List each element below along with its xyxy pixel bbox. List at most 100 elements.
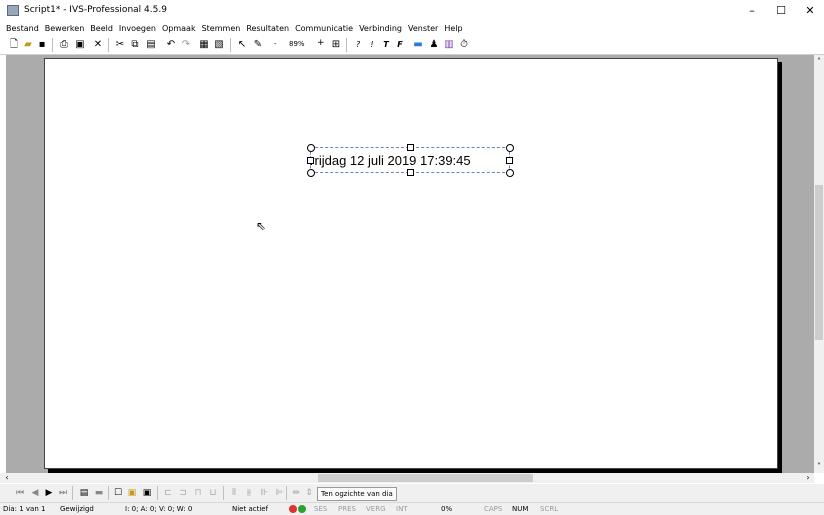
last-slide-icon[interactable]: ⏭ <box>57 487 69 499</box>
relative-to-slide-button[interactable]: Ten ogzichte van dia <box>317 487 397 501</box>
distribute-2-icon[interactable]: ⫵ <box>243 487 255 499</box>
horizontal-scrollbar[interactable]: ‹ › <box>0 473 814 483</box>
status-mode: Niet actief <box>232 505 269 513</box>
menu-communicatie[interactable]: Communicatie <box>292 22 356 36</box>
text-f-button[interactable]: F <box>394 38 406 51</box>
minimize-button[interactable]: – <box>737 2 767 20</box>
fit-icon[interactable]: ⊞ <box>330 38 342 51</box>
title-bar: Script1* - IVS-Professional 4.5.9 – ☐ ✕ <box>0 0 824 22</box>
menu-bar: Bestand Bewerken Beeld Invoegen Opmaak Stemme… <box>0 22 824 36</box>
new-file-icon[interactable]: 🗋 <box>8 38 20 51</box>
menu-stemmen[interactable]: Stemmen <box>199 22 244 36</box>
toolbar-separator <box>223 486 224 500</box>
resize-handle[interactable] <box>307 144 315 152</box>
text-exclamation-button[interactable]: ! <box>366 38 378 51</box>
resize-handle[interactable] <box>307 169 315 177</box>
properties-icon[interactable]: ▣ <box>74 38 86 51</box>
resize-handle[interactable] <box>506 157 513 164</box>
scroll-right-icon[interactable]: › <box>803 473 813 483</box>
undo-icon[interactable]: ↶ <box>165 38 177 51</box>
resize-handle[interactable] <box>307 157 314 164</box>
picture-icon[interactable]: ▬ <box>412 38 424 51</box>
vertical-scroll-thumb[interactable] <box>815 185 823 340</box>
status-num: NUM <box>512 505 529 513</box>
zoom-out-button[interactable]: - <box>274 40 277 48</box>
selected-text-object[interactable]: vrijdag 12 juli 2019 17:39:45 <box>307 144 514 177</box>
pointer-icon[interactable]: ↖ <box>236 38 248 51</box>
menu-bestand[interactable]: Bestand <box>0 22 42 36</box>
text-question-button[interactable]: ? <box>352 38 364 51</box>
resize-handle[interactable] <box>506 169 514 177</box>
menu-invoegen[interactable]: Invoegen <box>116 22 159 36</box>
distribute-4-icon[interactable]: ⊫ <box>273 487 285 499</box>
menu-venster[interactable]: Venster <box>405 22 441 36</box>
slide-navigation-bar: ⏮ ◀ ▶ ⏭ ▤ ▬ ☐ ▣ ▣ ⊏ ⊐ ⊓ ⊔ ⫴ ⫵ ⊪ ⊫ ⇹ ⇕ Te… <box>0 484 824 502</box>
toolbar-separator <box>72 486 73 500</box>
open-folder-icon[interactable]: ▰ <box>22 38 34 51</box>
layout-2-icon[interactable]: ▣ <box>126 487 138 499</box>
status-counters: I: 0; A: 0; V: 0; W: 0 <box>125 505 193 513</box>
maximize-button[interactable]: ☐ <box>766 2 796 20</box>
pen-icon[interactable]: ✎ <box>252 38 264 51</box>
align-3-icon[interactable]: ⊓ <box>192 487 204 499</box>
horizontal-scroll-thumb[interactable] <box>318 474 533 482</box>
menu-opmaak[interactable]: Opmaak <box>159 22 199 36</box>
window-title: Script1* - IVS-Professional 4.5.9 <box>24 5 167 15</box>
first-slide-icon[interactable]: ⏮ <box>14 487 26 499</box>
slide-view-icon[interactable]: ▤ <box>78 487 90 499</box>
toolbar-separator <box>346 38 347 52</box>
spacing-h-icon[interactable]: ⇹ <box>290 487 302 499</box>
layout-3-icon[interactable]: ▣ <box>141 487 153 499</box>
toolbar-separator <box>108 486 109 500</box>
resize-handle[interactable] <box>407 169 414 176</box>
spacing-v-icon[interactable]: ⇕ <box>303 487 315 499</box>
timer-icon[interactable]: ⏱ <box>458 38 470 51</box>
status-percent: 0% <box>441 505 453 513</box>
slide-canvas[interactable]: vrijdag 12 juli 2019 17:39:45 ⇖ <box>44 58 778 469</box>
toolbar-separator <box>52 38 53 52</box>
cut-icon[interactable]: ✂ <box>114 38 126 51</box>
menu-resultaten[interactable]: Resultaten <box>243 22 292 36</box>
status-verg: VERG <box>366 505 386 513</box>
redo-icon[interactable]: ↷ <box>180 38 192 51</box>
workspace: vrijdag 12 juli 2019 17:39:45 ⇖ <box>6 55 814 473</box>
previous-slide-icon[interactable]: ◀ <box>29 487 41 499</box>
toolbar-separator <box>108 38 109 52</box>
resize-handle[interactable] <box>407 144 414 151</box>
status-pres: PRES <box>338 505 356 513</box>
distribute-3-icon[interactable]: ⊪ <box>258 487 270 499</box>
align-2-icon[interactable]: ⊐ <box>177 487 189 499</box>
toolbar-separator <box>230 38 231 52</box>
distribute-1-icon[interactable]: ⫴ <box>228 487 240 499</box>
slide-date-text[interactable]: vrijdag 12 juli 2019 17:39:45 <box>308 153 471 168</box>
menu-beeld[interactable]: Beeld <box>87 22 116 36</box>
menu-bewerken[interactable]: Bewerken <box>42 22 88 36</box>
menu-verbinding[interactable]: Verbinding <box>356 22 405 36</box>
scroll-down-icon[interactable]: ˅ <box>814 462 824 472</box>
slide-add-icon[interactable]: ▦ <box>198 38 210 51</box>
zoom-in-button[interactable]: + <box>317 38 325 48</box>
notes-view-icon[interactable]: ▬ <box>93 487 105 499</box>
chart-icon[interactable]: ▥ <box>443 38 455 51</box>
close-button[interactable]: ✕ <box>795 2 824 20</box>
vertical-scrollbar[interactable]: ˄ ˅ <box>814 55 824 473</box>
slide-copy-icon[interactable]: ▧ <box>213 38 225 51</box>
scroll-up-icon[interactable]: ˄ <box>814 57 824 67</box>
layout-1-icon[interactable]: ☐ <box>112 487 124 499</box>
save-icon[interactable]: ▪ <box>36 38 48 51</box>
status-int: INT <box>396 505 408 513</box>
next-slide-icon[interactable]: ▶ <box>43 487 55 499</box>
copy-icon[interactable]: ⧉ <box>129 38 141 51</box>
menu-help[interactable]: Help <box>441 22 465 36</box>
paste-icon[interactable]: ▤ <box>145 38 157 51</box>
people-icon[interactable]: ♟ <box>428 38 440 51</box>
scroll-left-icon[interactable]: ‹ <box>2 473 12 483</box>
app-icon <box>7 5 19 16</box>
align-4-icon[interactable]: ⊔ <box>207 487 219 499</box>
status-slide-indicator: Dia: 1 van 1 <box>3 505 46 513</box>
resize-handle[interactable] <box>506 144 514 152</box>
delete-icon[interactable]: ✕ <box>92 38 104 51</box>
align-1-icon[interactable]: ⊏ <box>162 487 174 499</box>
text-t-button[interactable]: T <box>380 38 392 51</box>
print-icon[interactable]: ⎙ <box>58 38 70 51</box>
